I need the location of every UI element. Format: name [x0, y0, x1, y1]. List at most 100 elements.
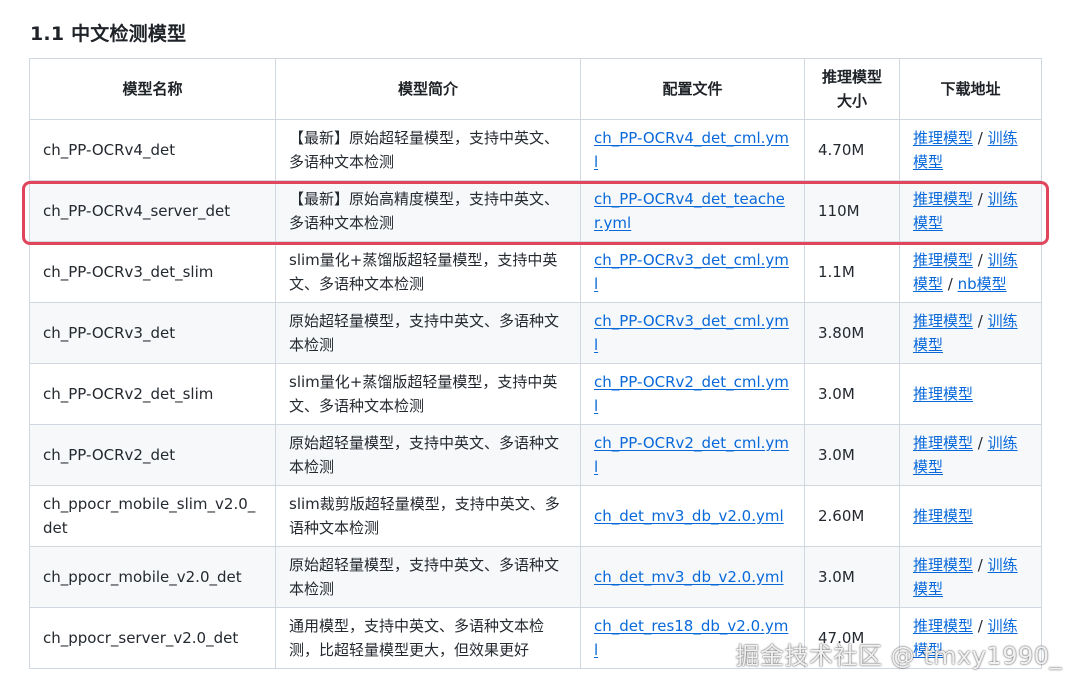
model-size-cell: 3.0M	[804, 363, 900, 425]
download-separator: /	[973, 556, 988, 574]
download-separator: /	[973, 129, 988, 147]
download-separator: /	[943, 275, 958, 293]
download-link[interactable]: 推理模型	[913, 312, 973, 330]
model-size: 2.60M	[818, 507, 865, 525]
download-link[interactable]: 推理模型	[913, 434, 973, 452]
model-name-cell: ch_ppocr_server_v2.0_det	[29, 607, 276, 669]
config-file-cell: ch_PP-OCRv2_det_cml.yml	[580, 424, 805, 486]
model-name: ch_PP-OCRv4_server_det	[43, 202, 231, 220]
model-size-cell: 3.80M	[804, 302, 900, 364]
download-cell: 推理模型 / 训练模型	[899, 546, 1042, 608]
model-name-cell: ch_PP-OCRv2_det	[29, 424, 276, 486]
detection-models-table: 模型名称 模型简介 配置文件 推理模型大小 下载地址 ch_PP-OCRv4_d…	[29, 58, 1042, 669]
model-size-cell: 3.0M	[804, 546, 900, 608]
config-file-cell: ch_PP-OCRv4_det_cml.yml	[580, 119, 805, 181]
model-size: 3.0M	[818, 385, 855, 403]
download-link[interactable]: 推理模型	[913, 129, 973, 147]
download-cell: 推理模型 / 训练模型 / nb模型	[899, 241, 1042, 303]
header-model-size: 推理模型大小	[804, 58, 900, 120]
config-file-link[interactable]: ch_PP-OCRv2_det_cml.yml	[594, 373, 789, 415]
download-separator: /	[973, 312, 988, 330]
model-name: ch_PP-OCRv4_det	[43, 141, 176, 159]
config-file-cell: ch_det_mv3_db_v2.0.yml	[580, 485, 805, 547]
model-size: 3.0M	[818, 446, 855, 464]
config-file-cell: ch_PP-OCRv3_det_cml.yml	[580, 241, 805, 303]
config-file-link[interactable]: ch_PP-OCRv3_det_cml.yml	[594, 312, 789, 354]
download-cell: 推理模型 / 训练模型	[899, 302, 1042, 364]
table-row: ch_ppocr_mobile_slim_v2.0_det slim裁剪版超轻量模…	[29, 485, 1042, 547]
config-file-link[interactable]: ch_det_mv3_db_v2.0.yml	[594, 507, 784, 525]
model-size-cell: 2.60M	[804, 485, 900, 547]
model-desc: slim量化+蒸馏版超轻量模型，支持中英文、多语种文本检测	[289, 251, 558, 293]
download-link[interactable]: 推理模型	[913, 556, 973, 574]
model-desc-cell: 【最新】原始高精度模型，支持中英文、多语种文本检测	[275, 180, 581, 242]
model-size: 110M	[818, 202, 860, 220]
table-row: ch_PP-OCRv3_det_slim slim量化+蒸馏版超轻量模型，支持中英…	[29, 241, 1042, 303]
model-desc: 通用模型，支持中英文、多语种文本检测，比超轻量模型更大，但效果更好	[289, 617, 545, 659]
model-name-cell: ch_PP-OCRv3_det_slim	[29, 241, 276, 303]
download-link[interactable]: 推理模型	[913, 190, 973, 208]
config-file-cell: ch_PP-OCRv3_det_cml.yml	[580, 302, 805, 364]
config-file-link[interactable]: ch_PP-OCRv3_det_cml.yml	[594, 251, 789, 293]
download-separator: /	[973, 190, 988, 208]
model-name: ch_PP-OCRv3_det	[43, 324, 176, 342]
header-model-name: 模型名称	[29, 58, 276, 120]
model-size-cell: 1.1M	[804, 241, 900, 303]
model-name: ch_PP-OCRv3_det_slim	[43, 263, 214, 281]
model-size: 1.1M	[818, 263, 855, 281]
model-name: ch_PP-OCRv2_det	[43, 446, 176, 464]
model-name-cell: ch_PP-OCRv4_server_det	[29, 180, 276, 242]
download-link[interactable]: nb模型	[958, 275, 1007, 293]
watermark: 掘金技术社区 @ tmxy1990_	[735, 642, 1062, 670]
model-desc-cell: 原始超轻量模型，支持中英文、多语种文本检测	[275, 424, 581, 486]
download-cell: 推理模型	[899, 363, 1042, 425]
model-size: 3.0M	[818, 568, 855, 586]
model-desc: 原始超轻量模型，支持中英文、多语种文本检测	[289, 312, 560, 354]
table-row: ch_PP-OCRv2_det_slim slim量化+蒸馏版超轻量模型，支持中英…	[29, 363, 1042, 425]
table-row: ch_ppocr_mobile_v2.0_det 原始超轻量模型，支持中英文、多语…	[29, 546, 1042, 608]
model-size: 3.80M	[818, 324, 865, 342]
download-cell: 推理模型 / 训练模型	[899, 424, 1042, 486]
config-file-link[interactable]: ch_PP-OCRv4_det_teacher.yml	[594, 190, 785, 232]
model-desc-cell: 【最新】原始超轻量模型，支持中英文、多语种文本检测	[275, 119, 581, 181]
download-separator: /	[973, 251, 988, 269]
download-separator: /	[973, 617, 988, 635]
model-name: ch_ppocr_mobile_slim_v2.0_det	[43, 495, 256, 537]
download-cell: 推理模型 / 训练模型	[899, 119, 1042, 181]
model-desc: 【最新】原始超轻量模型，支持中英文、多语种文本检测	[289, 129, 560, 171]
model-name: ch_ppocr_mobile_v2.0_det	[43, 568, 242, 586]
header-download: 下载地址	[899, 58, 1042, 120]
model-desc: slim裁剪版超轻量模型，支持中英文、多语种文本检测	[289, 495, 560, 537]
table-row: ch_PP-OCRv4_det 【最新】原始超轻量模型，支持中英文、多语种文本检测…	[29, 119, 1042, 181]
model-desc-cell: 原始超轻量模型，支持中英文、多语种文本检测	[275, 546, 581, 608]
model-name-cell: ch_ppocr_mobile_slim_v2.0_det	[29, 485, 276, 547]
table-row: ch_PP-OCRv2_det 原始超轻量模型，支持中英文、多语种文本检测 ch_P…	[29, 424, 1042, 486]
table-header-row: 模型名称 模型简介 配置文件 推理模型大小 下载地址	[29, 58, 1042, 120]
header-model-desc: 模型简介	[275, 58, 581, 120]
download-link[interactable]: 推理模型	[913, 385, 973, 403]
section-title: 1.1 中文检测模型	[30, 23, 187, 45]
download-link[interactable]: 推理模型	[913, 507, 973, 525]
model-name: ch_PP-OCRv2_det_slim	[43, 385, 214, 403]
table-row: ch_PP-OCRv3_det 原始超轻量模型，支持中英文、多语种文本检测 ch_P…	[29, 302, 1042, 364]
config-file-cell: ch_PP-OCRv4_det_teacher.yml	[580, 180, 805, 242]
model-size-cell: 4.70M	[804, 119, 900, 181]
download-separator: /	[973, 434, 988, 452]
download-link[interactable]: 推理模型	[913, 617, 973, 635]
header-config-file: 配置文件	[580, 58, 805, 120]
model-size: 4.70M	[818, 141, 865, 159]
config-file-cell: ch_det_mv3_db_v2.0.yml	[580, 546, 805, 608]
config-file-link[interactable]: ch_PP-OCRv4_det_cml.yml	[594, 129, 789, 171]
config-file-cell: ch_PP-OCRv2_det_cml.yml	[580, 363, 805, 425]
model-name: ch_ppocr_server_v2.0_det	[43, 629, 239, 647]
config-file-link[interactable]: ch_det_mv3_db_v2.0.yml	[594, 568, 784, 586]
model-desc-cell: slim量化+蒸馏版超轻量模型，支持中英文、多语种文本检测	[275, 363, 581, 425]
model-desc: slim量化+蒸馏版超轻量模型，支持中英文、多语种文本检测	[289, 373, 558, 415]
model-name-cell: ch_PP-OCRv3_det	[29, 302, 276, 364]
config-file-link[interactable]: ch_PP-OCRv2_det_cml.yml	[594, 434, 789, 476]
model-desc: 【最新】原始高精度模型，支持中英文、多语种文本检测	[289, 190, 560, 232]
model-desc-cell: 通用模型，支持中英文、多语种文本检测，比超轻量模型更大，但效果更好	[275, 607, 581, 669]
download-link[interactable]: 推理模型	[913, 251, 973, 269]
model-desc-cell: slim裁剪版超轻量模型，支持中英文、多语种文本检测	[275, 485, 581, 547]
download-cell: 推理模型	[899, 485, 1042, 547]
